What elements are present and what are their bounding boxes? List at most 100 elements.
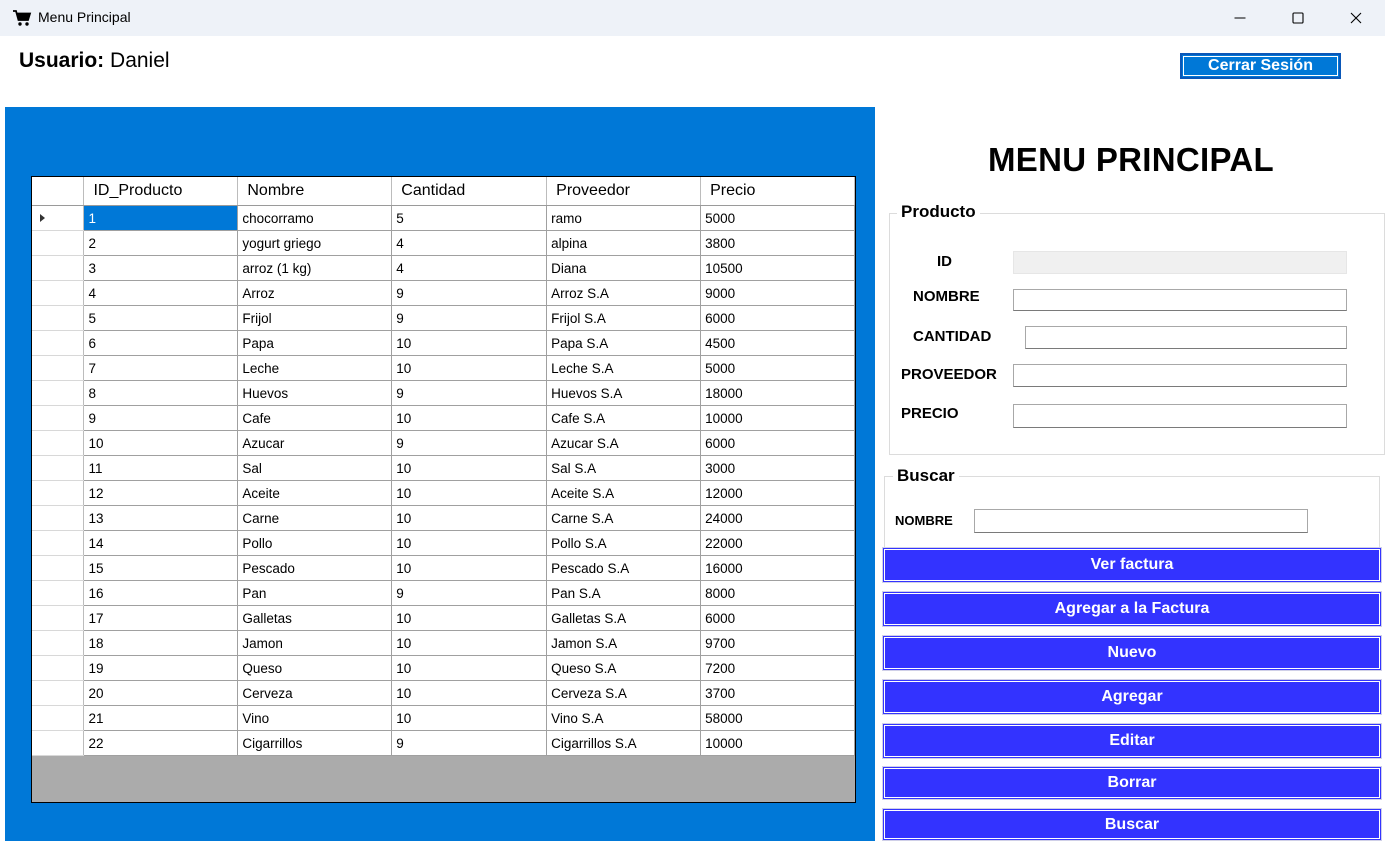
logout-button[interactable]: Cerrar Sesión <box>1180 53 1341 79</box>
cantidad-cell[interactable]: 10 <box>391 680 548 706</box>
nombre-cell[interactable]: Huevos <box>237 380 393 406</box>
cantidad-cell[interactable]: 10 <box>391 505 548 531</box>
cantidad-cell[interactable]: 10 <box>391 330 548 356</box>
ver-factura-button[interactable]: Ver factura <box>882 547 1382 583</box>
precio-cell[interactable]: 6000 <box>700 430 855 456</box>
proveedor-cell[interactable]: Pescado S.A <box>546 555 702 581</box>
column-header[interactable]: Cantidad <box>391 177 548 206</box>
precio-field[interactable] <box>1013 404 1347 428</box>
id-cell[interactable]: 7 <box>83 355 239 381</box>
cantidad-cell[interactable]: 10 <box>391 630 548 656</box>
nombre-cell[interactable]: Queso <box>237 655 393 681</box>
id-cell[interactable]: 21 <box>83 705 239 731</box>
proveedor-cell[interactable]: Azucar S.A <box>546 430 702 456</box>
precio-cell[interactable]: 8000 <box>700 580 855 606</box>
row-header[interactable] <box>32 305 85 331</box>
nombre-cell[interactable]: Leche <box>237 355 393 381</box>
id-cell[interactable]: 19 <box>83 655 239 681</box>
precio-cell[interactable]: 10500 <box>700 255 855 281</box>
precio-cell[interactable]: 5000 <box>700 355 855 381</box>
precio-cell[interactable]: 16000 <box>700 555 855 581</box>
editar-button[interactable]: Editar <box>882 723 1382 759</box>
cantidad-cell[interactable]: 9 <box>391 580 548 606</box>
cantidad-cell[interactable]: 9 <box>391 730 548 756</box>
proveedor-cell[interactable]: Aceite S.A <box>546 480 702 506</box>
table-row[interactable]: 22 Cigarrillos 9 Cigarrillos S.A 10000 <box>32 730 855 756</box>
products-grid[interactable]: ID_Producto Nombre Cantidad Proveedor Pr… <box>31 176 856 803</box>
nombre-cell[interactable]: Jamon <box>237 630 393 656</box>
table-row[interactable]: 5 Frijol 9 Frijol S.A 6000 <box>32 305 855 331</box>
nombre-field[interactable] <box>1013 289 1347 311</box>
row-header[interactable] <box>32 505 85 531</box>
buscar-button[interactable]: Buscar <box>882 808 1382 841</box>
row-header[interactable] <box>32 555 85 581</box>
table-row[interactable]: 12 Aceite 10 Aceite S.A 12000 <box>32 480 855 506</box>
nombre-cell[interactable]: Sal <box>237 455 393 481</box>
table-row[interactable]: 4 Arroz 9 Arroz S.A 9000 <box>32 280 855 306</box>
precio-cell[interactable]: 22000 <box>700 530 855 556</box>
cantidad-field[interactable] <box>1025 326 1347 349</box>
row-header[interactable] <box>32 280 85 306</box>
table-row[interactable]: 11 Sal 10 Sal S.A 3000 <box>32 455 855 481</box>
precio-cell[interactable]: 12000 <box>700 480 855 506</box>
proveedor-cell[interactable]: Queso S.A <box>546 655 702 681</box>
cantidad-cell[interactable]: 10 <box>391 405 548 431</box>
nombre-cell[interactable]: Pollo <box>237 530 393 556</box>
row-header[interactable] <box>32 655 85 681</box>
precio-cell[interactable]: 10000 <box>700 405 855 431</box>
minimize-button[interactable] <box>1211 0 1269 36</box>
id-cell[interactable]: 13 <box>83 505 239 531</box>
proveedor-cell[interactable]: Leche S.A <box>546 355 702 381</box>
cantidad-cell[interactable]: 4 <box>391 255 548 281</box>
precio-cell[interactable]: 9700 <box>700 630 855 656</box>
table-row[interactable]: 19 Queso 10 Queso S.A 7200 <box>32 655 855 681</box>
table-row[interactable]: 21 Vino 10 Vino S.A 58000 <box>32 705 855 731</box>
proveedor-cell[interactable]: Pollo S.A <box>546 530 702 556</box>
precio-cell[interactable]: 7200 <box>700 655 855 681</box>
nombre-cell[interactable]: Vino <box>237 705 393 731</box>
column-header[interactable]: Precio <box>700 177 855 206</box>
precio-cell[interactable]: 4500 <box>700 330 855 356</box>
table-row[interactable]: 16 Pan 9 Pan S.A 8000 <box>32 580 855 606</box>
precio-cell[interactable]: 6000 <box>700 605 855 631</box>
nombre-cell[interactable]: Cafe <box>237 405 393 431</box>
id-cell[interactable]: 2 <box>83 230 239 256</box>
row-header[interactable] <box>32 605 85 631</box>
row-header[interactable] <box>32 680 85 706</box>
cantidad-cell[interactable]: 10 <box>391 355 548 381</box>
cantidad-cell[interactable]: 4 <box>391 230 548 256</box>
nombre-cell[interactable]: arroz (1 kg) <box>237 255 393 281</box>
precio-cell[interactable]: 9000 <box>700 280 855 306</box>
precio-cell[interactable]: 3700 <box>700 680 855 706</box>
proveedor-cell[interactable]: Galletas S.A <box>546 605 702 631</box>
id-cell[interactable]: 22 <box>83 730 239 756</box>
id-cell[interactable]: 1 <box>83 205 239 231</box>
row-header[interactable] <box>32 705 85 731</box>
maximize-button[interactable] <box>1269 0 1327 36</box>
proveedor-cell[interactable]: Huevos S.A <box>546 380 702 406</box>
agregar-button[interactable]: Agregar <box>882 679 1382 715</box>
table-row[interactable]: 6 Papa 10 Papa S.A 4500 <box>32 330 855 356</box>
nombre-cell[interactable]: Azucar <box>237 430 393 456</box>
row-header[interactable] <box>32 355 85 381</box>
row-header[interactable] <box>32 330 85 356</box>
cantidad-cell[interactable]: 10 <box>391 605 548 631</box>
table-row[interactable]: 9 Cafe 10 Cafe S.A 10000 <box>32 405 855 431</box>
id-cell[interactable]: 15 <box>83 555 239 581</box>
nuevo-button[interactable]: Nuevo <box>882 635 1382 671</box>
row-header[interactable] <box>32 455 85 481</box>
search-input[interactable] <box>974 509 1308 533</box>
nombre-cell[interactable]: Pescado <box>237 555 393 581</box>
close-button[interactable] <box>1327 0 1385 36</box>
column-header[interactable]: Proveedor <box>546 177 702 206</box>
id-cell[interactable]: 8 <box>83 380 239 406</box>
id-cell[interactable]: 14 <box>83 530 239 556</box>
table-row[interactable]: 13 Carne 10 Carne S.A 24000 <box>32 505 855 531</box>
table-row[interactable]: 10 Azucar 9 Azucar S.A 6000 <box>32 430 855 456</box>
proveedor-cell[interactable]: ramo <box>546 205 702 231</box>
table-row[interactable]: 14 Pollo 10 Pollo S.A 22000 <box>32 530 855 556</box>
id-cell[interactable]: 3 <box>83 255 239 281</box>
row-header[interactable] <box>32 580 85 606</box>
precio-cell[interactable]: 6000 <box>700 305 855 331</box>
proveedor-cell[interactable]: alpina <box>546 230 702 256</box>
